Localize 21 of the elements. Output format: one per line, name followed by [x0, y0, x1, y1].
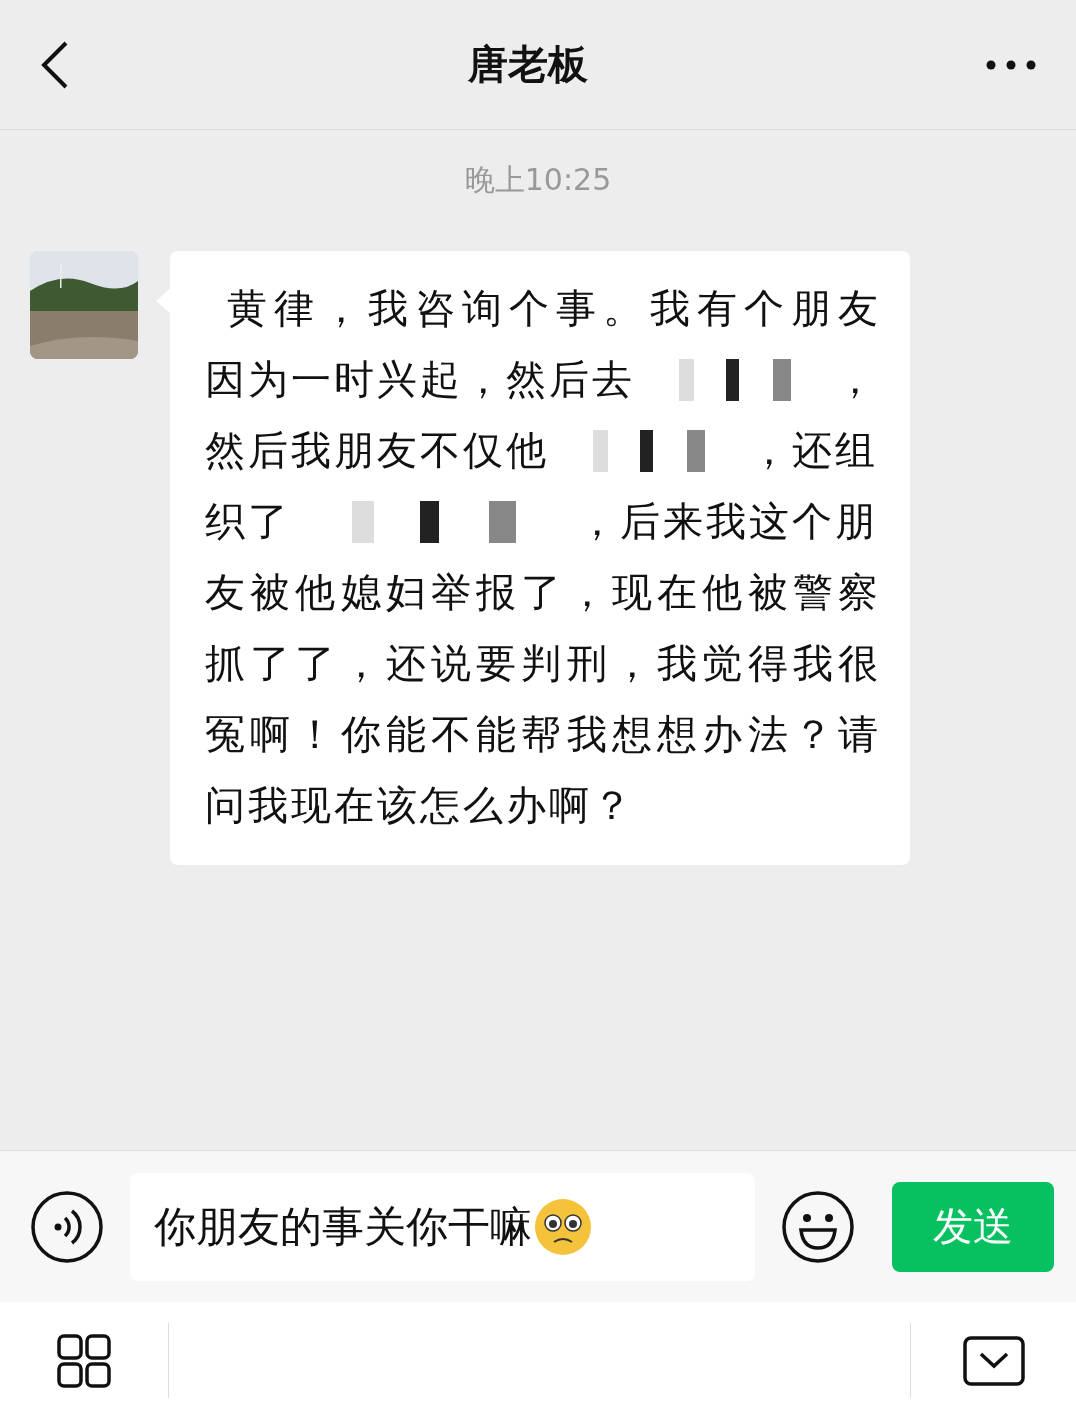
keyboard-collapse-icon[interactable]	[962, 1335, 1025, 1386]
message-input[interactable]: 你朋友的事关你干嘛	[130, 1172, 755, 1281]
message-text: 因为一时兴起，然后去	[205, 355, 635, 404]
message-text: 然后我朋友不仅他	[205, 426, 549, 475]
grid-icon[interactable]	[57, 1333, 111, 1388]
back-icon[interactable]	[40, 39, 70, 90]
chat-title: 唐老板	[468, 40, 588, 89]
message-text: 黄律，我咨询个事。我有个朋友	[227, 284, 878, 333]
message-text: 问我现在该怎么办啊？	[205, 781, 635, 830]
message-text: ，	[835, 355, 878, 404]
emoji-icon[interactable]	[781, 1189, 855, 1264]
more-icon[interactable]	[986, 59, 1036, 70]
pleading-face-icon	[534, 1197, 592, 1256]
message-text: 友被他媳妇举报了，现在他被警察	[205, 568, 878, 617]
message-text: 织了	[205, 497, 291, 546]
message-text: ，还组	[749, 426, 878, 475]
message-text: 抓了了，还说要判刑，我觉得我很	[205, 639, 878, 688]
message-text: ，后来我这个朋	[577, 497, 878, 546]
voice-icon[interactable]	[30, 1189, 104, 1264]
message-text: 冤啊！你能不能帮我想想办法？请	[205, 710, 878, 759]
timestamp: 晚上10:25	[464, 161, 612, 199]
